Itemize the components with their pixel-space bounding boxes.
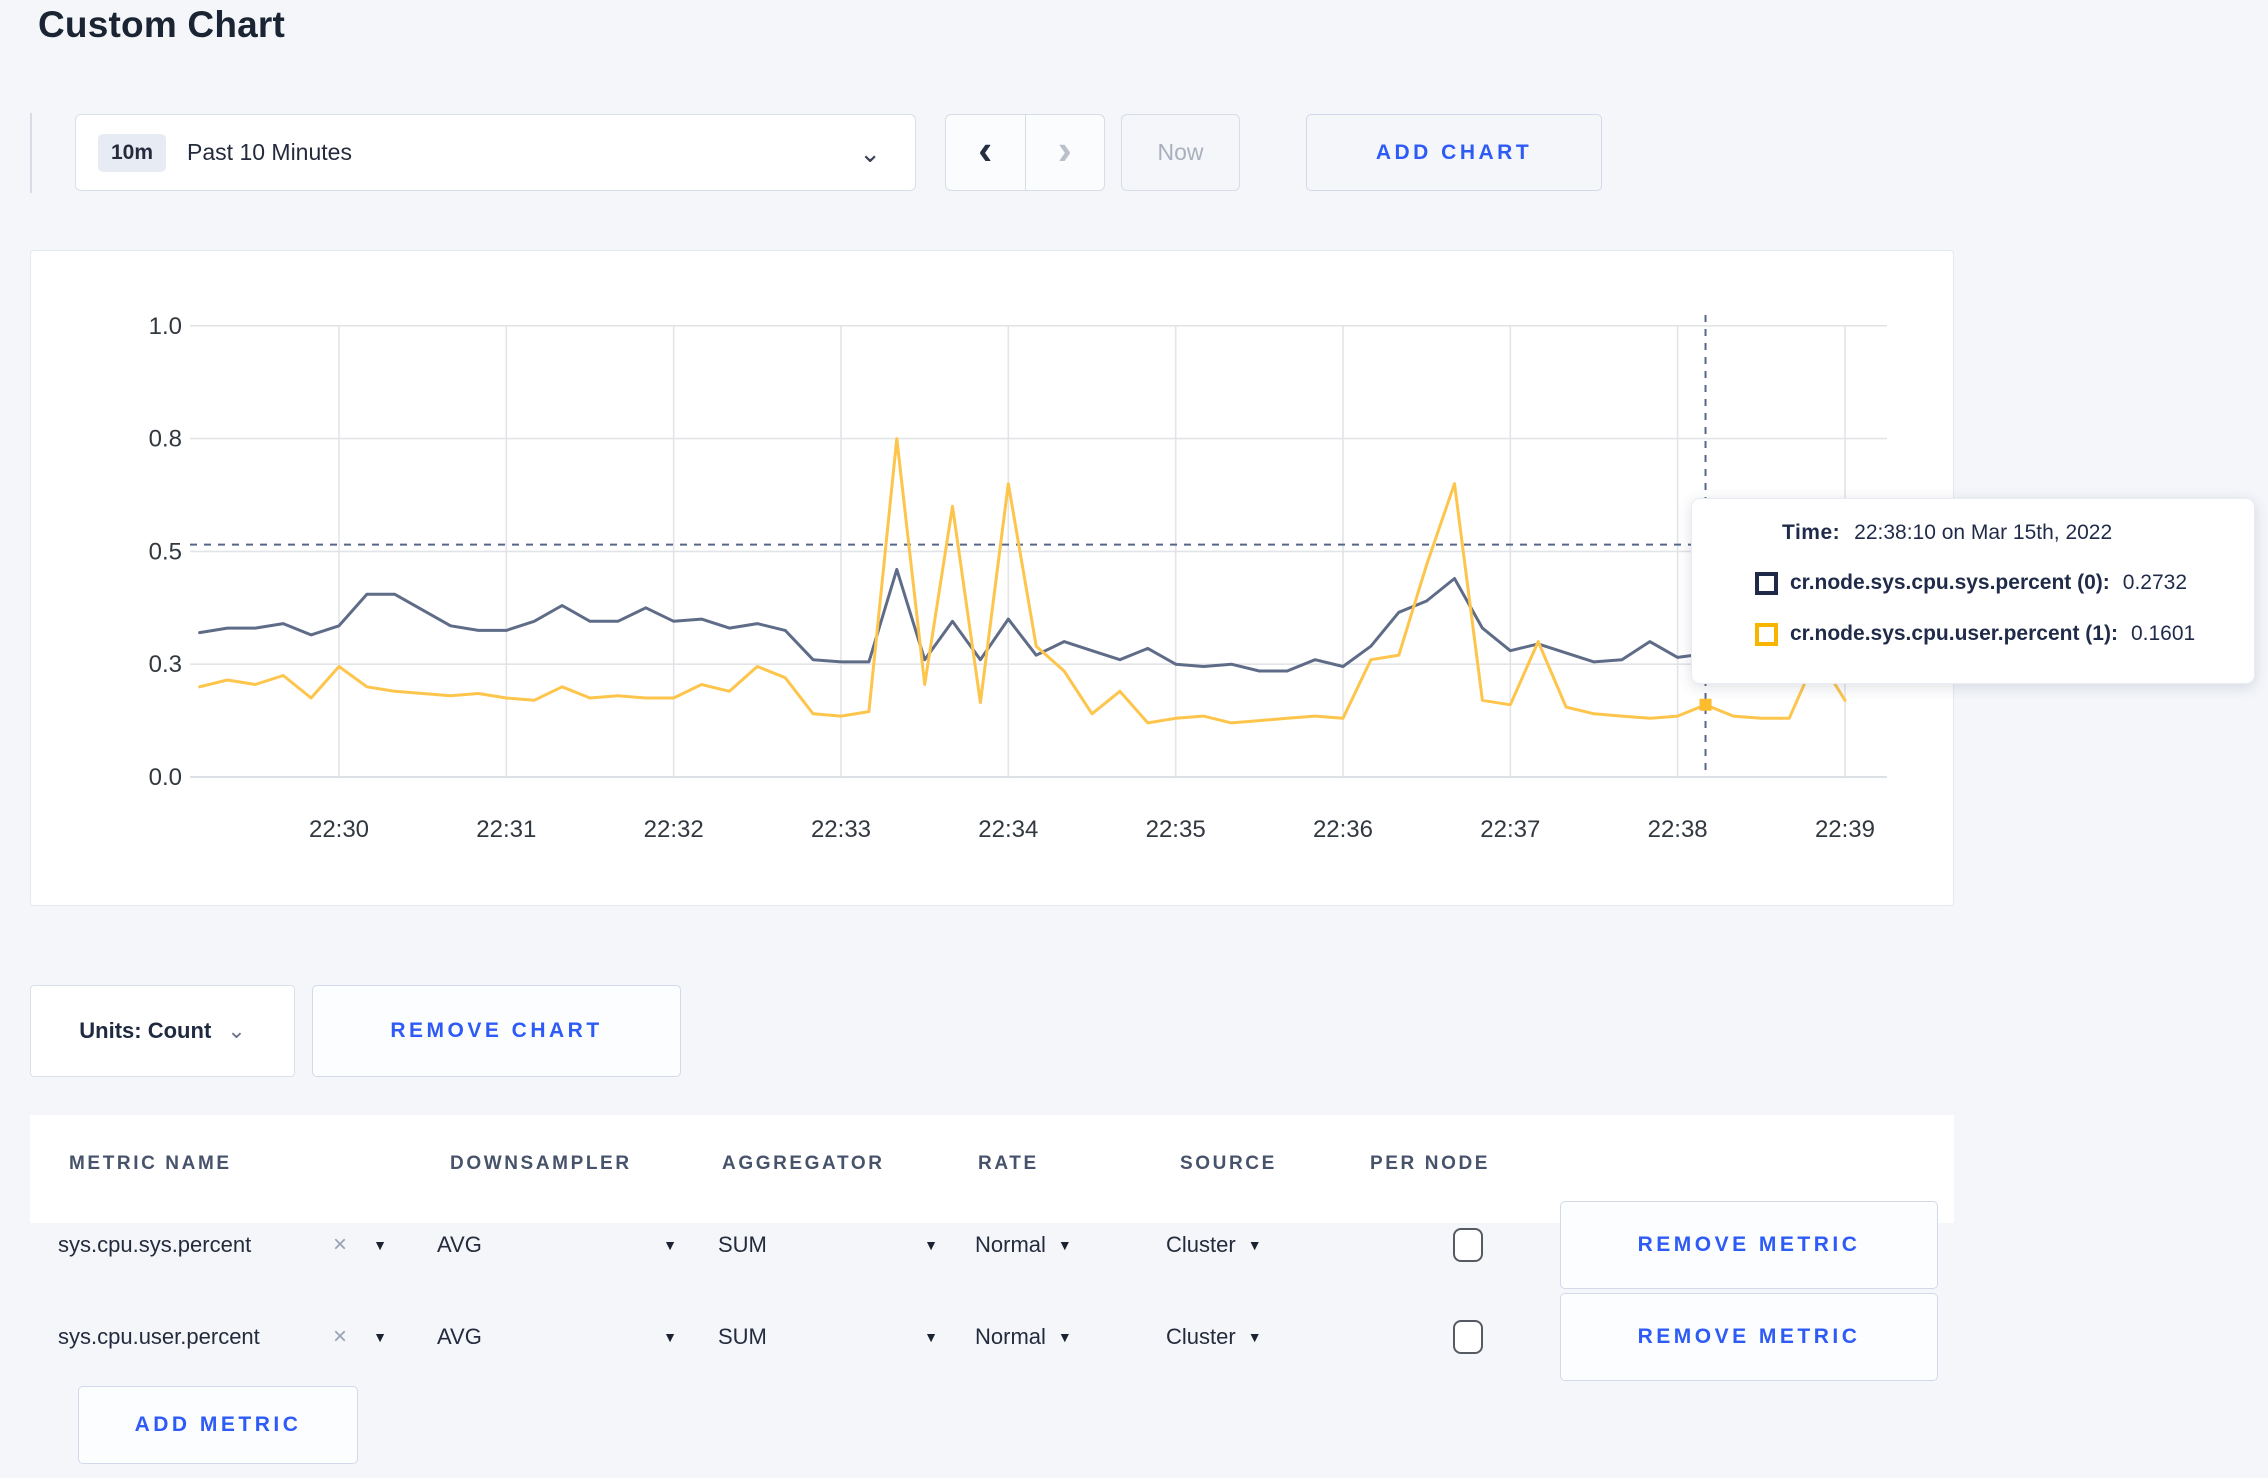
series-swatch-icon bbox=[1755, 622, 1778, 646]
x-tick-label: 22:35 bbox=[1146, 816, 1206, 843]
caret-down-icon: ▼ bbox=[1247, 1329, 1262, 1345]
aggregator-select[interactable]: SUM ▼ bbox=[718, 1291, 938, 1383]
aggregator-select[interactable]: SUM ▼ bbox=[718, 1199, 938, 1291]
series-line-1 bbox=[198, 437, 1847, 725]
per-node-cell bbox=[1448, 1291, 1488, 1383]
downsampler-select[interactable]: AVG ▼ bbox=[437, 1291, 677, 1383]
column-header-per-node: PER NODE bbox=[1370, 1153, 1491, 1174]
caret-down-icon: ▼ bbox=[663, 1237, 677, 1253]
table-row: sys.cpu.user.percent × ▼ AVG ▼ SUM ▼ Nor… bbox=[30, 1291, 1954, 1383]
downsampler-value: AVG bbox=[437, 1232, 482, 1257]
remove-metric-button[interactable]: REMOVE METRIC bbox=[1560, 1293, 1938, 1381]
prev-time-button[interactable]: ‹ bbox=[946, 115, 1026, 190]
caret-down-icon: ▼ bbox=[1057, 1237, 1072, 1253]
x-tick-label: 22:30 bbox=[309, 816, 369, 843]
aggregator-value: SUM bbox=[718, 1232, 767, 1257]
rate-select[interactable]: Normal ▼ bbox=[975, 1291, 1105, 1383]
x-tick-label: 22:37 bbox=[1480, 816, 1540, 843]
tooltip-time-label: Time: bbox=[1782, 521, 1841, 544]
caret-down-icon: ▼ bbox=[924, 1329, 938, 1345]
tooltip-series-label: cr.node.sys.cpu.user.percent (1): bbox=[1790, 622, 2118, 645]
source-select[interactable]: Cluster ▼ bbox=[1166, 1291, 1316, 1383]
chart-tooltip: Time: 22:38:10 on Mar 15th, 2022 cr.node.… bbox=[1691, 498, 2255, 684]
next-time-button[interactable]: › bbox=[1026, 115, 1105, 190]
series-line-0 bbox=[198, 567, 1847, 673]
x-tick-label: 22:36 bbox=[1313, 816, 1373, 843]
y-tick-label: 0.8 bbox=[149, 426, 182, 453]
source-value: Cluster bbox=[1166, 1324, 1236, 1349]
downsampler-value: AVG bbox=[437, 1324, 482, 1349]
clear-metric-button[interactable]: × bbox=[320, 1291, 360, 1383]
tooltip-time-value: 22:38:10 on Mar 15th, 2022 bbox=[1854, 521, 2113, 544]
source-select[interactable]: Cluster ▼ bbox=[1166, 1199, 1316, 1291]
y-tick-label: 0.5 bbox=[149, 538, 182, 565]
time-range-dropdown[interactable]: 10m Past 10 Minutes ⌄ bbox=[75, 114, 916, 191]
tooltip-series-value: 0.1601 bbox=[2130, 622, 2196, 645]
tooltip-series-label: cr.node.sys.cpu.sys.percent (0): bbox=[1790, 571, 2110, 594]
y-tick-label: 0.3 bbox=[149, 651, 182, 678]
metric-name-dropdown[interactable]: ▼ bbox=[360, 1291, 400, 1383]
clear-metric-button[interactable]: × bbox=[320, 1199, 360, 1291]
per-node-cell bbox=[1448, 1199, 1488, 1291]
add-metric-button[interactable]: ADD METRIC bbox=[78, 1386, 358, 1464]
aggregator-value: SUM bbox=[718, 1324, 767, 1349]
close-icon: × bbox=[332, 1231, 347, 1258]
rate-value: Normal bbox=[975, 1232, 1046, 1257]
caret-down-icon: ▼ bbox=[924, 1237, 938, 1253]
y-tick-label: 1.0 bbox=[149, 313, 182, 340]
x-tick-label: 22:32 bbox=[644, 816, 704, 843]
x-tick-label: 22:31 bbox=[476, 816, 536, 843]
rate-select[interactable]: Normal ▼ bbox=[975, 1199, 1105, 1291]
tooltip-series-row: cr.node.sys.cpu.sys.percent (0): 0.2732 bbox=[1755, 571, 2187, 595]
y-tick-label: 0.0 bbox=[149, 764, 182, 791]
page-title: Custom Chart bbox=[38, 4, 286, 45]
caret-down-icon: ▼ bbox=[663, 1329, 677, 1345]
chart-plot[interactable]: 0.0 0.3 0.5 0.8 1.0 22:30 22:31 22:32 22:33 22:34… bbox=[30, 250, 1954, 906]
column-header-rate: RATE bbox=[978, 1153, 1039, 1174]
metric-name-dropdown[interactable]: ▼ bbox=[360, 1199, 400, 1291]
add-chart-button[interactable]: ADD CHART bbox=[1306, 114, 1602, 191]
toolbar-divider bbox=[30, 113, 32, 193]
caret-down-icon: ▼ bbox=[373, 1237, 387, 1253]
tooltip-series-row: cr.node.sys.cpu.user.percent (1): 0.1601 bbox=[1755, 622, 2195, 646]
units-label: Units: Count bbox=[79, 1018, 212, 1043]
units-dropdown[interactable]: Units: Count ⌄ bbox=[30, 985, 295, 1077]
column-header-metric-name: METRIC NAME bbox=[69, 1153, 232, 1174]
per-node-checkbox[interactable] bbox=[1453, 1320, 1483, 1354]
column-header-source: SOURCE bbox=[1180, 1153, 1277, 1174]
remove-chart-button[interactable]: REMOVE CHART bbox=[312, 985, 681, 1077]
column-header-aggregator: AGGREGATOR bbox=[722, 1153, 885, 1174]
crosshair-dot-1 bbox=[1699, 698, 1712, 711]
time-nav-group: ‹ › bbox=[945, 114, 1105, 191]
caret-down-icon: ▼ bbox=[1057, 1329, 1072, 1345]
tooltip-time: Time: 22:38:10 on Mar 15th, 2022 bbox=[1782, 521, 2112, 545]
x-tick-label: 22:34 bbox=[978, 816, 1038, 843]
time-range-badge: 10m bbox=[98, 133, 167, 172]
per-node-checkbox[interactable] bbox=[1453, 1228, 1483, 1262]
now-button[interactable]: Now bbox=[1121, 114, 1240, 191]
custom-chart-page: Custom Chart 10m Past 10 Minutes ⌄ ‹ › N… bbox=[0, 0, 2268, 1478]
close-icon: × bbox=[332, 1323, 347, 1350]
series-swatch-icon bbox=[1755, 571, 1778, 595]
time-range-label: Past 10 Minutes bbox=[187, 139, 352, 165]
source-value: Cluster bbox=[1166, 1232, 1236, 1257]
x-tick-label: 22:38 bbox=[1648, 816, 1708, 843]
x-tick-label: 22:39 bbox=[1815, 816, 1875, 843]
caret-down-icon: ▼ bbox=[1247, 1237, 1262, 1253]
rate-value: Normal bbox=[975, 1324, 1046, 1349]
caret-down-icon: ▼ bbox=[373, 1329, 387, 1345]
x-tick-label: 22:33 bbox=[811, 816, 871, 843]
table-row: sys.cpu.sys.percent × ▼ AVG ▼ SUM ▼ Norm… bbox=[30, 1199, 1954, 1291]
column-header-downsampler: DOWNSAMPLER bbox=[450, 1153, 632, 1174]
remove-metric-button[interactable]: REMOVE METRIC bbox=[1560, 1201, 1938, 1289]
downsampler-select[interactable]: AVG ▼ bbox=[437, 1199, 677, 1291]
tooltip-series-value: 0.2732 bbox=[2122, 571, 2188, 594]
